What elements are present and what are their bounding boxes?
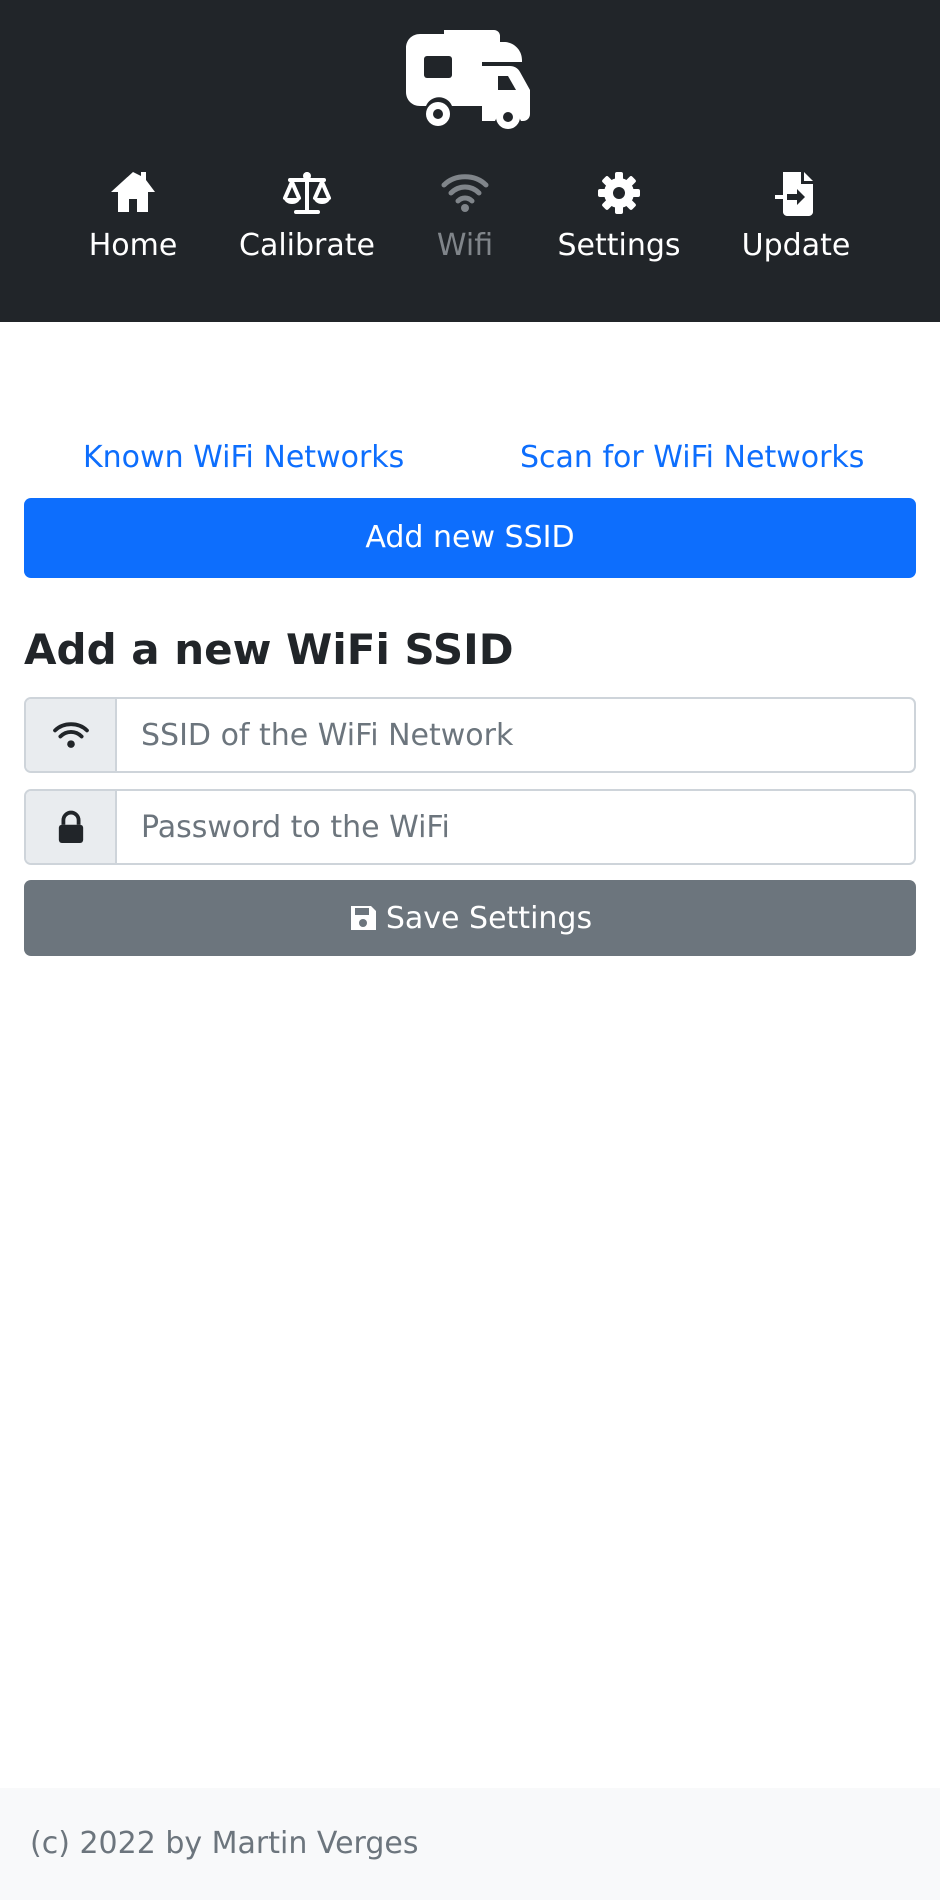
tab-known-networks[interactable]: Known WiFi Networks [83,436,404,480]
password-input-group [24,789,916,865]
top-navbar: Home Calibrate Wifi Settings Update [0,0,940,322]
nav-item-home[interactable]: Home [88,168,178,264]
nav-label-wifi: Wifi [436,228,494,263]
password-addon [26,791,117,863]
floppy-disk-icon [350,906,376,930]
wifi-subtabs: Known WiFi Networks Scan for WiFi Networ… [0,436,940,480]
nav-item-settings[interactable]: Settings [555,168,683,264]
wifi-icon [441,174,489,212]
footer-copyright: (c) 2022 by Martin Verges [30,1826,419,1861]
password-input[interactable] [117,791,914,863]
save-settings-label: Save Settings [385,900,593,936]
main-nav: Home Calibrate Wifi Settings Update [0,168,940,278]
file-import-icon [775,172,813,216]
gear-icon [598,172,640,214]
wifi-icon [52,722,89,748]
lock-icon [58,810,83,843]
caravan-icon[interactable] [404,26,534,130]
add-ssid-button[interactable]: Add new SSID [24,498,916,578]
form-title: Add a new WiFi SSID [24,625,514,674]
nav-item-update[interactable]: Update [741,168,851,264]
nav-label-home: Home [88,228,178,263]
footer: (c) 2022 by Martin Verges [0,1788,940,1900]
nav-label-update: Update [741,228,851,263]
nav-item-calibrate[interactable]: Calibrate [239,168,375,264]
home-icon [111,172,155,212]
nav-label-settings: Settings [557,228,681,263]
ssid-input[interactable] [117,699,914,771]
save-settings-button[interactable]: Save Settings [24,880,916,956]
tab-scan-networks[interactable]: Scan for WiFi Networks [520,436,864,480]
nav-item-wifi[interactable]: Wifi [433,168,497,264]
scale-balance-icon [283,172,331,214]
nav-label-calibrate: Calibrate [239,228,375,263]
ssid-addon [26,699,117,771]
ssid-input-group [24,697,916,773]
